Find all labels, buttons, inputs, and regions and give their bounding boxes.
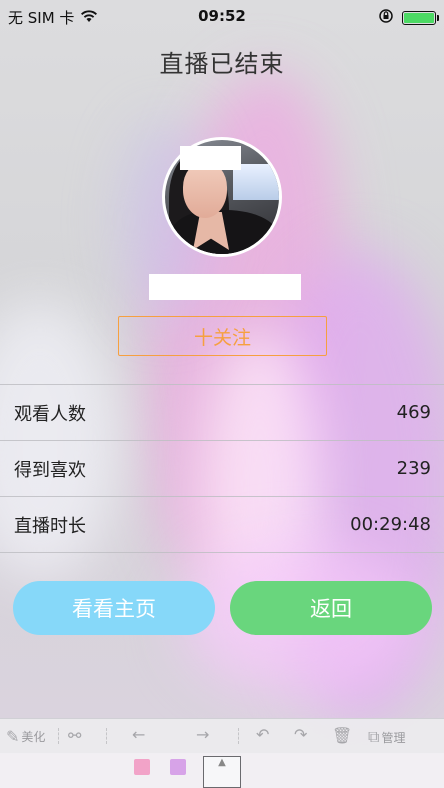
share-icon: ⚯ <box>68 726 82 745</box>
stat-label: 得到喜欢 <box>14 459 86 481</box>
rotation-lock-icon <box>378 8 394 28</box>
live-ended-screen: 直播已结束 十关注 观看人数 469 得到喜欢 239 直播时长 00:29:4… <box>0 0 444 788</box>
toolbar-delete[interactable]: 🗑 <box>332 726 352 745</box>
follow-button[interactable]: 十关注 <box>118 316 327 356</box>
battery-icon <box>402 11 439 25</box>
pencil-icon: ✎ <box>6 727 20 746</box>
stat-value: 239 <box>396 458 431 479</box>
battery-level <box>404 13 434 23</box>
divider <box>238 728 239 744</box>
divider <box>106 728 107 744</box>
stats-list: 观看人数 469 得到喜欢 239 直播时长 00:29:48 <box>0 384 444 553</box>
stat-value: 00:29:48 <box>350 514 431 535</box>
status-right <box>378 8 439 28</box>
avatar-body <box>171 210 279 254</box>
toolbar-redo[interactable]: ↷ <box>294 725 307 744</box>
stat-label: 观看人数 <box>14 403 86 425</box>
arrow-left-icon: ← <box>132 725 146 744</box>
toolbar-forward[interactable]: → <box>196 725 209 744</box>
undo-icon: ↶ <box>256 725 270 744</box>
follow-label: 十关注 <box>193 326 251 349</box>
status-bar: 无 SIM 卡 09:52 <box>0 0 444 34</box>
copy-icon: ⧉ <box>368 727 380 746</box>
thumbnail-selected[interactable]: ▲ <box>203 756 241 788</box>
toolbar-back[interactable]: ← <box>132 725 145 744</box>
stat-row-duration: 直播时长 00:29:48 <box>0 497 444 553</box>
trash-icon: 🗑 <box>332 726 353 745</box>
stat-row-viewers: 观看人数 469 <box>0 385 444 441</box>
view-profile-button[interactable]: 看看主页 <box>13 581 215 635</box>
back-button[interactable]: 返回 <box>230 581 432 635</box>
redo-icon: ↷ <box>294 725 308 744</box>
page-title: 直播已结束 <box>159 50 285 78</box>
toolbar-beautify[interactable]: ✎ 美化 <box>6 727 45 746</box>
toolbar-label: 管理 <box>381 730 406 745</box>
thumbnail[interactable] <box>170 759 186 775</box>
toolbar-share[interactable]: ⚯ <box>68 726 81 745</box>
toolbar-label: 美化 <box>21 730 46 744</box>
toolbar-undo[interactable]: ↶ <box>256 725 269 744</box>
avatar-face <box>183 162 227 218</box>
stat-label: 直播时长 <box>14 515 86 537</box>
stat-value: 469 <box>396 402 431 423</box>
arrow-right-icon: → <box>196 725 210 744</box>
divider <box>58 728 59 744</box>
stat-row-likes: 得到喜欢 239 <box>0 441 444 497</box>
bottom-toolbar: ✎ 美化 ⚯ ← → ↶ ↷ 🗑 ⧉ 管理 <box>0 718 444 754</box>
username-redaction <box>149 274 301 300</box>
toolbar-manage[interactable]: ⧉ 管理 <box>368 727 405 747</box>
thumbnail-strip: ▲ <box>0 753 444 788</box>
thumbnail[interactable] <box>134 759 150 775</box>
redaction-box <box>180 146 241 170</box>
